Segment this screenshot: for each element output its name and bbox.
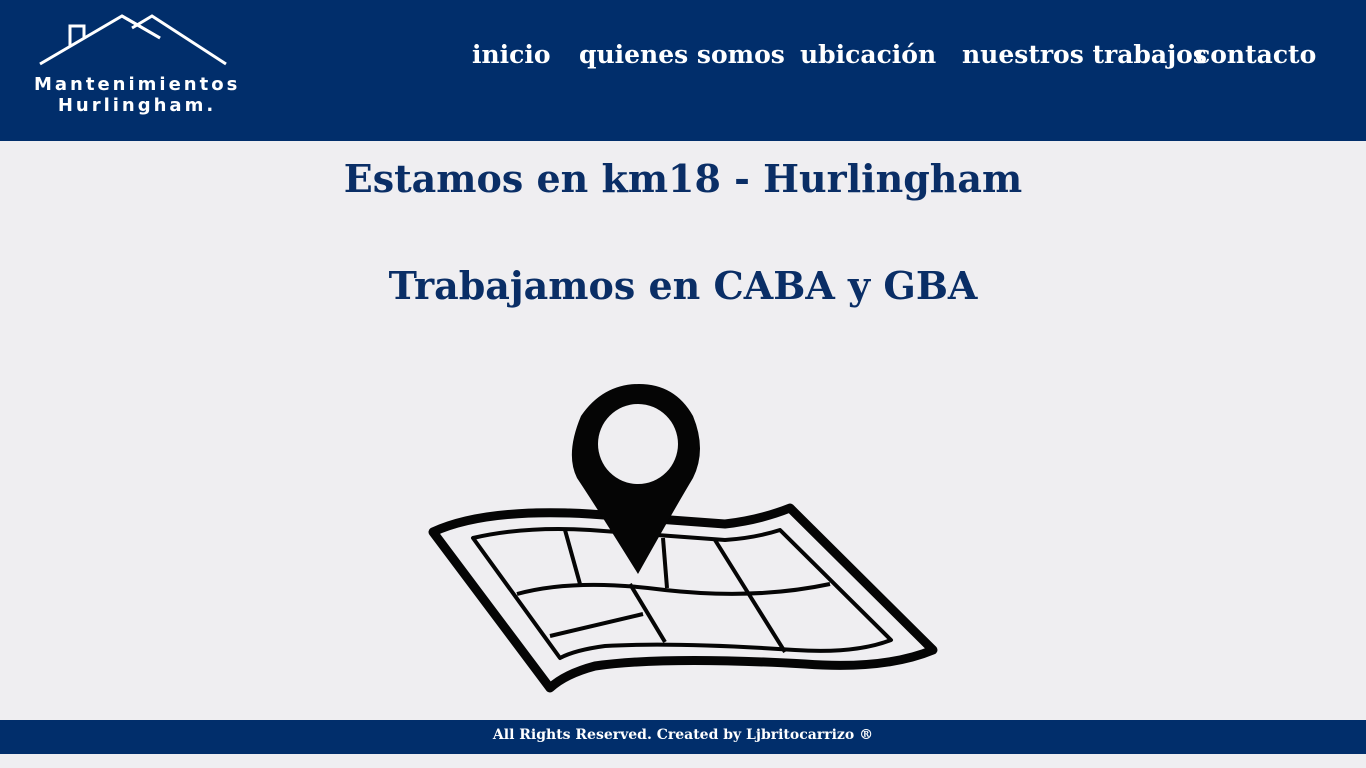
site-footer: All Rights Reserved. Created by Ljbritoc…	[0, 720, 1366, 754]
map-location-pin-icon	[425, 378, 945, 698]
site-logo[interactable]: Mantenimientos Hurlingham.	[32, 12, 242, 122]
nav-item-inicio[interactable]: inicio	[472, 38, 551, 72]
nav-item-quienes-somos[interactable]: quienes somos	[579, 38, 785, 72]
nav-item-nuestros-trabajos[interactable]: nuestros trabajos	[962, 38, 1207, 72]
copyright-text: All Rights Reserved. Created by Ljbritoc…	[492, 727, 874, 743]
nav-item-contacto[interactable]: contacto	[1195, 38, 1316, 72]
logo-name-line1: Mantenimientos	[34, 74, 241, 95]
site-header: Mantenimientos Hurlingham. inicio quiene…	[0, 0, 1366, 141]
coverage-heading: Trabajamos en CABA y GBA	[388, 263, 978, 308]
nav-item-ubicacion[interactable]: ubicación	[800, 38, 936, 72]
logo-name-line2: Hurlingham.	[57, 95, 217, 116]
house-roof-icon	[39, 14, 227, 66]
location-heading: Estamos en km18 - Hurlingham	[343, 156, 1023, 201]
